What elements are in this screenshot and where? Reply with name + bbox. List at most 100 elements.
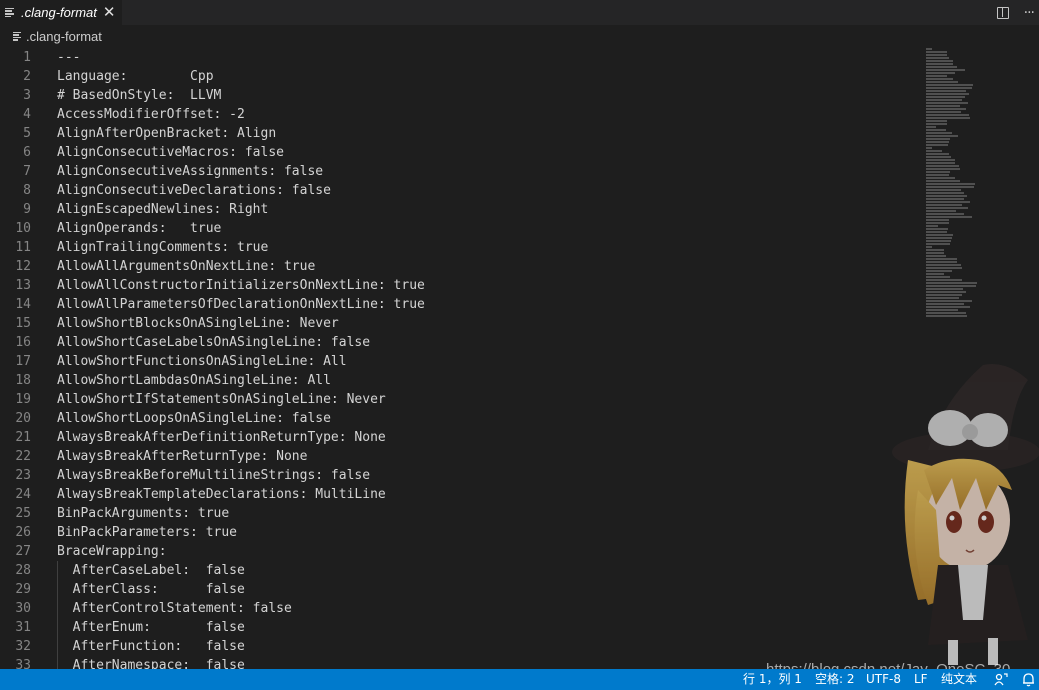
- code-line[interactable]: 17 AllowShortFunctionsOnASingleLine: All: [0, 352, 920, 371]
- line-text[interactable]: AlignAfterOpenBracket: Align: [57, 124, 276, 143]
- code-line[interactable]: 29 AfterClass: false: [0, 580, 920, 599]
- code-line[interactable]: 24 AlwaysBreakTemplateDeclarations: Multi…: [0, 485, 920, 504]
- line-text[interactable]: AllowShortLoopsOnASingleLine: false: [57, 409, 331, 428]
- line-text[interactable]: BinPackParameters: true: [57, 523, 237, 542]
- line-text[interactable]: AfterClass: false: [57, 580, 245, 599]
- line-text[interactable]: AfterFunction: false: [57, 637, 245, 656]
- minimap-line: [926, 48, 932, 50]
- code-line[interactable]: 27 BraceWrapping:: [0, 542, 920, 561]
- minimap-line: [926, 213, 964, 215]
- code-line[interactable]: 21 AlwaysBreakAfterDefinitionReturnType: …: [0, 428, 920, 447]
- code-line[interactable]: 20 AllowShortLoopsOnASingleLine: false: [0, 409, 920, 428]
- code-line[interactable]: 10 AlignOperands: true: [0, 219, 920, 238]
- line-text[interactable]: AlwaysBreakTemplateDeclarations: MultiLi…: [57, 485, 386, 504]
- split-editor-icon[interactable]: [996, 6, 1009, 19]
- minimap-line: [926, 66, 957, 68]
- minimap-line: [926, 210, 956, 212]
- breadcrumb-file[interactable]: .clang-format: [26, 29, 102, 44]
- line-text[interactable]: AlignEscapedNewlines: Right: [57, 200, 268, 219]
- line-text[interactable]: Language: Cpp: [57, 67, 214, 86]
- minimap-line: [926, 294, 962, 296]
- code-editor[interactable]: 1 --- 2 Language: Cpp 3 # BasedOnStyle: LLVM 4…: [0, 48, 920, 675]
- line-text[interactable]: AfterCaseLabel: false: [57, 561, 245, 580]
- line-text[interactable]: AllowShortIfStatementsOnASingleLine: Nev…: [57, 390, 386, 409]
- minimap-line: [926, 228, 948, 230]
- line-number: 30: [15, 601, 31, 616]
- code-line[interactable]: 14 AllowAllParametersOfDeclarationOnNextL…: [0, 295, 920, 314]
- code-line[interactable]: 31 AfterEnum: false: [0, 618, 920, 637]
- code-line[interactable]: 18 AllowShortLambdasOnASingleLine: All: [0, 371, 920, 390]
- line-number: 6: [23, 145, 31, 160]
- minimap[interactable]: [926, 48, 986, 318]
- code-line[interactable]: 13 AllowAllConstructorInitializersOnNextL…: [0, 276, 920, 295]
- line-text[interactable]: AfterEnum: false: [57, 618, 245, 637]
- minimap-line: [926, 174, 949, 176]
- line-text[interactable]: AlignConsecutiveAssignments: false: [57, 162, 323, 181]
- code-line[interactable]: 30 AfterControlStatement: false: [0, 599, 920, 618]
- minimap-line: [926, 282, 977, 284]
- line-text[interactable]: AlwaysBreakAfterReturnType: None: [57, 447, 307, 466]
- line-number: 5: [23, 126, 31, 141]
- code-line[interactable]: 19 AllowShortIfStatementsOnASingleLine: N…: [0, 390, 920, 409]
- code-line[interactable]: 5 AlignAfterOpenBracket: Align: [0, 124, 920, 143]
- code-line[interactable]: 7 AlignConsecutiveAssignments: false: [0, 162, 920, 181]
- person-feedback-icon[interactable]: [994, 673, 1008, 686]
- line-text[interactable]: BraceWrapping:: [57, 542, 167, 561]
- line-text[interactable]: AlignOperands: true: [57, 219, 221, 238]
- line-text[interactable]: AllowAllArgumentsOnNextLine: true: [57, 257, 315, 276]
- line-number: 11: [15, 240, 31, 255]
- line-text[interactable]: AlwaysBreakAfterDefinitionReturnType: No…: [57, 428, 386, 447]
- line-text[interactable]: # BasedOnStyle: LLVM: [57, 86, 221, 105]
- line-text[interactable]: AllowShortFunctionsOnASingleLine: All: [57, 352, 347, 371]
- code-line[interactable]: 3 # BasedOnStyle: LLVM: [0, 86, 920, 105]
- line-text[interactable]: ---: [57, 48, 80, 67]
- code-line[interactable]: 4 AccessModifierOffset: -2: [0, 105, 920, 124]
- line-text[interactable]: BinPackArguments: true: [57, 504, 229, 523]
- line-number: 32: [15, 639, 31, 654]
- line-text[interactable]: AlignConsecutiveDeclarations: false: [57, 181, 331, 200]
- code-line[interactable]: 9 AlignEscapedNewlines: Right: [0, 200, 920, 219]
- line-text[interactable]: AlignConsecutiveMacros: false: [57, 143, 284, 162]
- line-text[interactable]: AlignTrailingComments: true: [57, 238, 268, 257]
- line-number: 24: [15, 487, 31, 502]
- language-mode[interactable]: 纯文本: [941, 669, 977, 690]
- code-line[interactable]: 25 BinPackArguments: true: [0, 504, 920, 523]
- eol-setting[interactable]: LF: [914, 669, 928, 690]
- tab-clang-format[interactable]: .clang-format ✕: [0, 0, 122, 25]
- line-text[interactable]: AllowAllParametersOfDeclarationOnNextLin…: [57, 295, 425, 314]
- line-number: 19: [15, 392, 31, 407]
- line-number: 7: [23, 164, 31, 179]
- code-line[interactable]: 12 AllowAllArgumentsOnNextLine: true: [0, 257, 920, 276]
- encoding-setting[interactable]: UTF-8: [866, 669, 901, 690]
- code-line[interactable]: 22 AlwaysBreakAfterReturnType: None: [0, 447, 920, 466]
- minimap-line: [926, 315, 967, 317]
- line-text[interactable]: AccessModifierOffset: -2: [57, 105, 245, 124]
- close-icon[interactable]: ✕: [103, 5, 116, 20]
- code-line[interactable]: 32 AfterFunction: false: [0, 637, 920, 656]
- code-line[interactable]: 28 AfterCaseLabel: false: [0, 561, 920, 580]
- tab-title: .clang-format: [21, 5, 97, 20]
- minimap-line: [926, 219, 949, 221]
- line-number: 21: [15, 430, 31, 445]
- code-line[interactable]: 23 AlwaysBreakBeforeMultilineStrings: fal…: [0, 466, 920, 485]
- code-line[interactable]: 2 Language: Cpp: [0, 67, 920, 86]
- code-line[interactable]: 8 AlignConsecutiveDeclarations: false: [0, 181, 920, 200]
- line-text[interactable]: AllowShortCaseLabelsOnASingleLine: false: [57, 333, 370, 352]
- minimap-line: [926, 189, 961, 191]
- bell-icon[interactable]: [1022, 672, 1035, 687]
- line-text[interactable]: AllowShortLambdasOnASingleLine: All: [57, 371, 331, 390]
- line-text[interactable]: AllowShortBlocksOnASingleLine: Never: [57, 314, 339, 333]
- more-actions-icon[interactable]: ···: [1024, 5, 1035, 21]
- line-text[interactable]: AlwaysBreakBeforeMultilineStrings: false: [57, 466, 370, 485]
- cursor-position[interactable]: 行 1，列 1: [743, 669, 802, 690]
- code-line[interactable]: 16 AllowShortCaseLabelsOnASingleLine: fal…: [0, 333, 920, 352]
- line-text[interactable]: AllowAllConstructorInitializersOnNextLin…: [57, 276, 425, 295]
- indentation-setting[interactable]: 空格: 2: [815, 669, 855, 690]
- code-line[interactable]: 15 AllowShortBlocksOnASingleLine: Never: [0, 314, 920, 333]
- code-line[interactable]: 6 AlignConsecutiveMacros: false: [0, 143, 920, 162]
- code-line[interactable]: 11 AlignTrailingComments: true: [0, 238, 920, 257]
- code-line[interactable]: 26 BinPackParameters: true: [0, 523, 920, 542]
- line-number: 22: [15, 449, 31, 464]
- line-text[interactable]: AfterControlStatement: false: [57, 599, 292, 618]
- code-line[interactable]: 1 ---: [0, 48, 920, 67]
